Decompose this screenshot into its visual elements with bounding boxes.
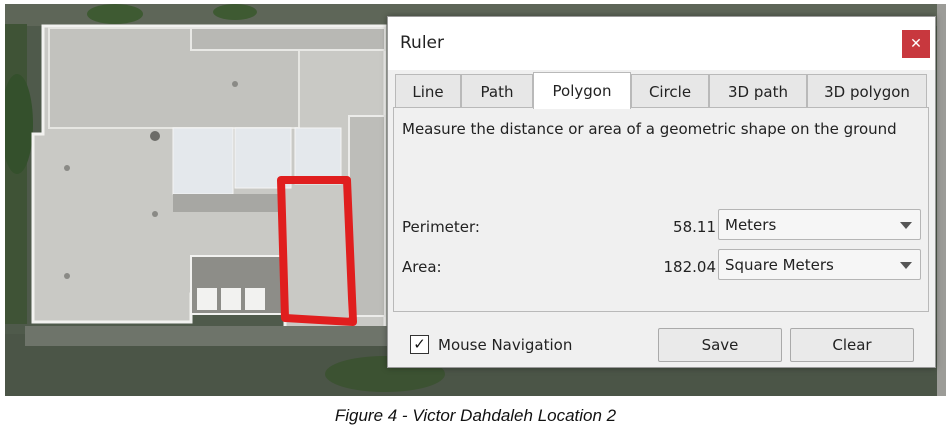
chevron-down-icon xyxy=(900,262,912,269)
save-button-label: Save xyxy=(701,336,739,354)
tab-3d-polygon[interactable]: 3D polygon xyxy=(807,74,927,108)
mouse-navigation-toggle[interactable]: ✓ Mouse Navigation xyxy=(410,335,572,354)
tool-description: Measure the distance or area of a geomet… xyxy=(402,120,897,138)
area-unit-select[interactable]: Square Meters xyxy=(718,249,921,280)
tab-label: 3D polygon xyxy=(824,82,910,101)
tab-label: Line xyxy=(412,82,444,101)
perimeter-unit-value: Meters xyxy=(725,216,777,234)
area-label: Area: xyxy=(402,258,442,276)
close-icon: ✕ xyxy=(910,36,922,52)
tab-line[interactable]: Line xyxy=(395,74,461,108)
chevron-down-icon xyxy=(900,222,912,229)
mouse-navigation-label: Mouse Navigation xyxy=(438,335,573,354)
clear-button[interactable]: Clear xyxy=(790,328,914,362)
perimeter-value: 58.11 xyxy=(673,218,716,236)
polygon-tab-pane: Measure the distance or area of a geomet… xyxy=(393,107,929,312)
figure-caption: Figure 4 - Victor Dahdaleh Location 2 xyxy=(334,406,617,425)
tab-label: Polygon xyxy=(552,82,612,100)
tab-circle[interactable]: Circle xyxy=(631,74,709,108)
clear-button-label: Clear xyxy=(832,336,872,354)
area-value: 182.04 xyxy=(663,258,717,276)
ruler-dialog: Ruler ✕ Line Path Polygon Circle 3D path… xyxy=(387,16,936,368)
tab-polygon[interactable]: Polygon xyxy=(533,72,631,109)
perimeter-label: Perimeter: xyxy=(402,218,480,236)
close-button[interactable]: ✕ xyxy=(902,30,930,58)
dialog-title: Ruler xyxy=(400,33,444,53)
tab-label: Circle xyxy=(648,82,692,101)
mouse-navigation-checkbox[interactable]: ✓ xyxy=(410,335,429,354)
tab-3d-path[interactable]: 3D path xyxy=(709,74,807,108)
tab-label: 3D path xyxy=(728,82,788,101)
save-button[interactable]: Save xyxy=(658,328,782,362)
tab-bar: Line Path Polygon Circle 3D path 3D poly… xyxy=(393,72,929,109)
area-unit-value: Square Meters xyxy=(725,256,834,274)
perimeter-unit-select[interactable]: Meters xyxy=(718,209,921,240)
tab-label: Path xyxy=(480,82,514,101)
dialog-titlebar[interactable]: Ruler ✕ xyxy=(388,17,935,70)
tab-path[interactable]: Path xyxy=(461,74,533,108)
